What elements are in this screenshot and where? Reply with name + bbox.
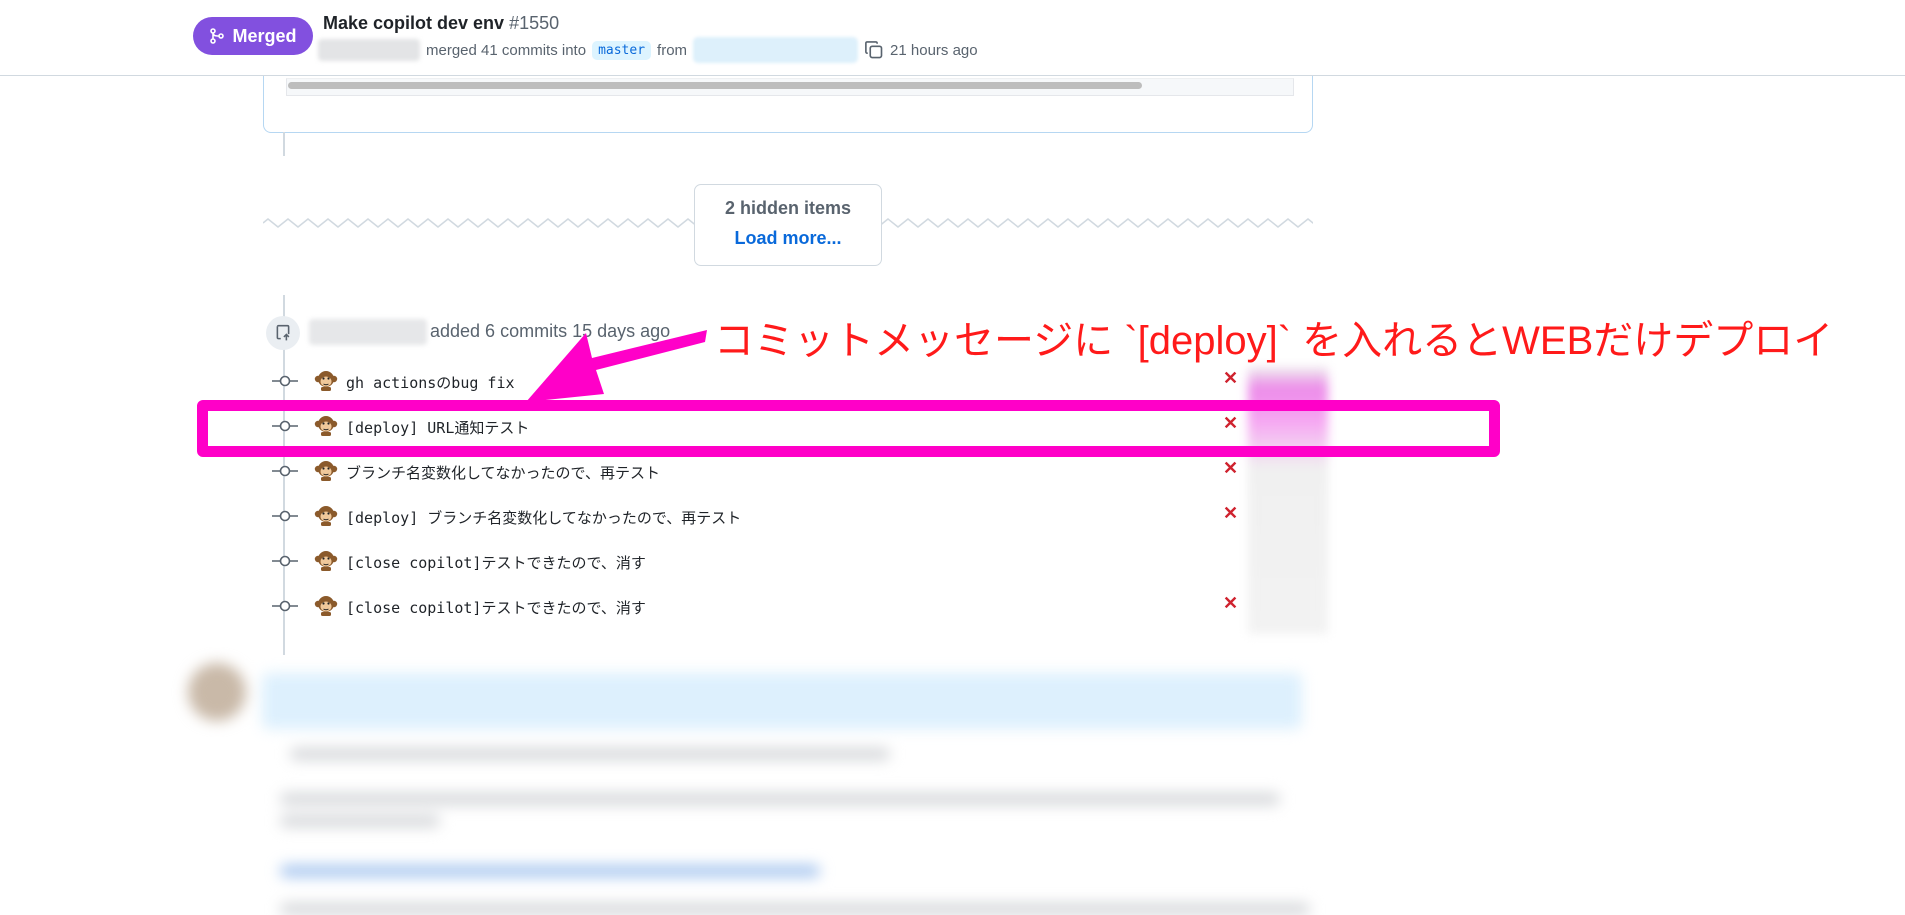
commit-row: gh actionsのbug fix ✕ — [268, 363, 1328, 399]
monkey-avatar-icon[interactable] — [314, 503, 338, 527]
commit-row: [close copilot]テストできたので、消す ✕ — [268, 588, 1328, 624]
check-failed-icon[interactable]: ✕ — [1223, 503, 1238, 524]
pr-title-text: Make copilot dev env — [323, 13, 505, 33]
commit-message-link[interactable]: ブランチ名変数化してなかったので、再テスト — [346, 462, 660, 483]
git-commit-icon — [272, 375, 298, 387]
author-name-redacted[interactable] — [318, 39, 420, 61]
hidden-items-count: 2 hidden items — [724, 198, 852, 218]
pr-title[interactable]: Make copilot dev env #1550 — [323, 13, 559, 34]
repo-push-icon — [266, 316, 300, 350]
push-event-text: added 6 commits 15 days ago — [430, 321, 671, 341]
monkey-avatar-icon[interactable] — [314, 458, 338, 482]
git-commit-icon — [272, 465, 298, 477]
monkey-avatar-icon[interactable] — [314, 593, 338, 617]
merged-status-label: Merged — [232, 25, 297, 46]
comment-avatar-redacted — [188, 663, 246, 721]
head-branch-redacted[interactable] — [693, 37, 859, 63]
comment-line-redacted — [280, 793, 1280, 805]
monkey-avatar-icon[interactable] — [314, 548, 338, 572]
annotation-text: コミットメッセージに `[deploy]` を入れるとWEBだけデプロイ — [714, 319, 1834, 363]
merge-icon — [210, 28, 225, 44]
git-commit-icon — [272, 510, 298, 522]
git-commit-icon — [272, 600, 298, 612]
annotation-highlight-box — [197, 400, 1500, 457]
push-author-redacted[interactable] — [309, 319, 427, 345]
commit-row: [close copilot]テストできたので、消す — [268, 543, 1328, 579]
merged-text: merged 41 commits into — [426, 41, 587, 59]
commit-message-link[interactable]: [close copilot]テストできたので、消す — [346, 597, 646, 618]
check-failed-icon[interactable]: ✕ — [1223, 593, 1238, 614]
monkey-avatar-icon[interactable] — [314, 368, 338, 392]
comment-header-redacted — [262, 673, 1302, 729]
check-failed-icon[interactable]: ✕ — [1223, 368, 1238, 389]
git-commit-icon — [272, 555, 298, 567]
comment-line-redacted — [280, 815, 440, 827]
base-branch[interactable]: master — [592, 40, 652, 60]
merged-status-badge: Merged — [193, 17, 313, 55]
blurred-comment — [180, 655, 1330, 915]
comment-line-redacted — [280, 903, 1310, 915]
commit-message-link[interactable]: [close copilot]テストできたので、消す — [346, 552, 646, 573]
hidden-items-box: 2 hidden items Load more... — [694, 184, 882, 266]
copy-icon[interactable] — [864, 40, 884, 60]
commit-message-link[interactable]: gh actionsのbug fix — [346, 372, 515, 393]
pr-sticky-header: Merged Make copilot dev env #1550 merged… — [0, 0, 1905, 76]
timeline-line — [283, 132, 285, 156]
commit-row: ブランチ名変数化してなかったので、再テスト ✕ — [268, 453, 1328, 489]
pr-meta: merged 41 commits into master from 21 ho… — [318, 36, 978, 64]
load-more-button[interactable]: Load more... — [695, 228, 881, 249]
commit-message-link[interactable]: [deploy] ブランチ名変数化してなかったので、再テスト — [346, 507, 741, 528]
from-text: from — [657, 41, 688, 59]
comment-line-redacted — [290, 748, 890, 760]
merged-time: 21 hours ago — [890, 41, 978, 59]
pr-number: #1550 — [509, 13, 560, 33]
horizontal-scrollbar[interactable] — [288, 82, 1142, 89]
check-failed-icon[interactable]: ✕ — [1223, 458, 1238, 479]
commit-row: [deploy] ブランチ名変数化してなかったので、再テスト ✕ — [268, 498, 1328, 534]
comment-link-redacted — [280, 865, 820, 877]
